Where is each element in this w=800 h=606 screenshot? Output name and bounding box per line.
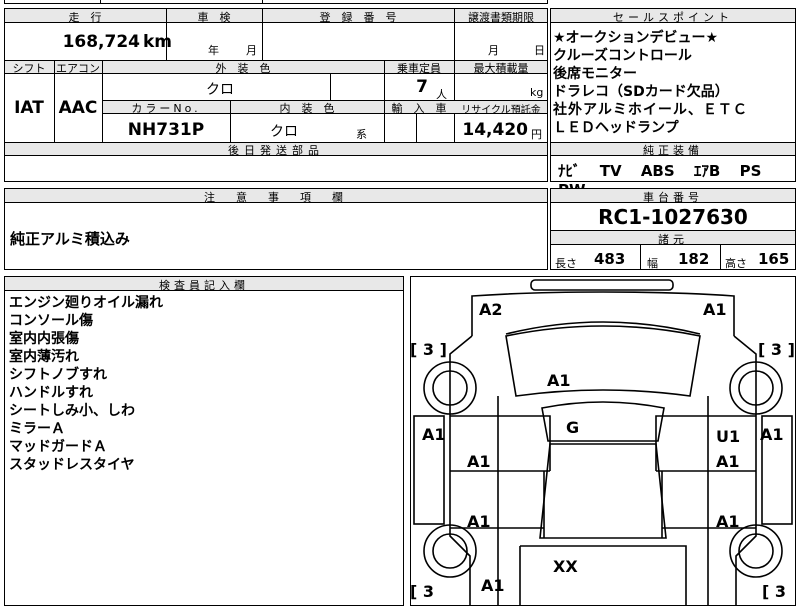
recycle-header: リサイクル預託金 [461, 105, 541, 116]
label-rear-left: A1 [481, 576, 505, 595]
later-parts-header: 後日発送部品 [228, 144, 324, 157]
equipment-item: ｴｱB [693, 162, 721, 180]
windshield-shape [541, 401, 665, 442]
inspector-line: シフトノブすれ [9, 367, 107, 383]
top-partial-row [4, 0, 548, 4]
max-load-unit: kg [530, 86, 544, 99]
label-right-fender: A1 [760, 425, 784, 444]
front-bumper-shape [530, 279, 674, 291]
selling-points-header: セールスポイント [613, 11, 733, 24]
recycle-unit: 円 [531, 128, 542, 141]
inspector-line: スタッドレスタイヤ [9, 457, 135, 473]
label-left-front-door: A1 [467, 452, 491, 471]
inspector-header: 検査員記入欄 [159, 279, 249, 292]
transfer-month: 月 [488, 44, 499, 57]
mileage-value: 168,724 [62, 32, 140, 52]
length-label: 長さ [555, 257, 577, 270]
selling-points-list: ★オークションデビュー★ クルーズコントロール 後席モニター ドラレコ（SDカー… [553, 29, 793, 137]
inspector-line: エンジン廻りオイル漏れ [9, 295, 163, 311]
capacity-header: 乗車定員 [397, 62, 441, 75]
chassis-value: RC1-1027630 [598, 205, 748, 229]
label-roof-rear: XX [553, 557, 578, 576]
selling-point-item: クルーズコントロール [553, 48, 692, 64]
selling-point-item: 後席モニター [553, 66, 637, 82]
interior-color-header: 内 装 色 [279, 102, 335, 115]
aircon-value: AAC [58, 98, 98, 118]
label-front-right: A1 [703, 300, 727, 319]
label-tire-fl: [ 3 ] [410, 340, 447, 359]
label-tire-rr: [ 3 [762, 582, 787, 601]
chassis-header: 車台番号 [643, 191, 703, 204]
label-tire-rl: [ 3 [410, 582, 435, 601]
color-no-header: カラーNo. [131, 102, 201, 115]
exterior-color-value: クロ [206, 82, 234, 98]
notes-header: 注 意 事 項 欄 [204, 191, 348, 204]
hood-shape [505, 325, 701, 397]
equipment-item: PS [739, 162, 762, 180]
inspector-line: シートしみ小、しわ [9, 403, 135, 419]
inspection-year: 年 [208, 44, 219, 57]
recycle-value: 14,420 [462, 120, 528, 140]
selling-point-item: ＬＥＤヘッドランプ [553, 120, 679, 136]
mileage-unit: km [143, 32, 173, 52]
aircon-header: エアコン [56, 62, 100, 75]
transfer-header: 譲渡書類期限 [468, 11, 534, 24]
equipment-header: 純正装備 [643, 144, 703, 157]
label-tire-fr: [ 3 ] [758, 340, 795, 359]
transfer-day: 日 [534, 44, 545, 57]
inspector-line: コンソール傷 [9, 313, 93, 329]
label-right-front-door-top: U1 [716, 427, 741, 446]
inspector-line: ミラーＡ [9, 421, 65, 437]
label-right-front-door: A1 [716, 452, 740, 471]
label-right-rear-door: A1 [716, 512, 740, 531]
length-value: 483 [594, 250, 626, 268]
selling-point-item: 社外アルミホイール、ＥＴＣ [553, 102, 748, 118]
selling-point-item: ★オークションデビュー★ [553, 30, 719, 46]
label-left-fender: A1 [422, 425, 446, 444]
rear-shape [519, 545, 687, 606]
dims-header: 諸元 [658, 233, 688, 246]
color-no-value: NH731P [127, 120, 205, 140]
mileage-header: 走 行 [68, 11, 102, 24]
label-hood: A1 [547, 371, 571, 390]
height-label: 高さ [725, 257, 747, 270]
notes-text: 純正アルミ積込み [10, 230, 130, 248]
equipment-item: ABS [640, 162, 675, 180]
shift-header: シフト [12, 62, 46, 75]
height-value: 165 [758, 250, 790, 268]
shift-value: IAT [14, 98, 44, 118]
inspector-lines: エンジン廻りオイル漏れ コンソール傷 室内内張傷 室内薄汚れ シフトノブすれ ハ… [9, 294, 163, 474]
import-header: 輸 入 車 [391, 102, 447, 115]
inspection-header: 車 検 [197, 11, 231, 24]
label-left-rear-door: A1 [467, 512, 491, 531]
width-value: 182 [678, 250, 710, 268]
inspection-month: 月 [246, 44, 257, 57]
roof-shape [539, 443, 667, 539]
inspector-line: 室内内張傷 [9, 331, 79, 347]
interior-color-suffix: 系 [356, 128, 367, 141]
registration-header: 登 録 番 号 [319, 11, 397, 24]
capacity-value: 7 [416, 77, 428, 97]
label-windshield: G [566, 418, 580, 437]
max-load-header: 最大積載量 [473, 62, 529, 75]
inspector-line: 室内薄汚れ [9, 349, 79, 365]
selling-point-item: ドラレコ（SDカード欠品） [553, 84, 729, 100]
interior-color-value: クロ [270, 124, 298, 140]
inspector-line: ハンドルすれ [9, 385, 93, 401]
inspector-line: マッドガードＡ [9, 439, 107, 455]
front-outline [471, 291, 735, 336]
width-label: 幅 [647, 257, 658, 270]
equipment-item: TV [599, 162, 622, 180]
label-front-left: A2 [479, 300, 503, 319]
equipment-item: ﾅﾋﾞ [558, 162, 581, 180]
exterior-color-header: 外 装 色 [215, 62, 271, 75]
